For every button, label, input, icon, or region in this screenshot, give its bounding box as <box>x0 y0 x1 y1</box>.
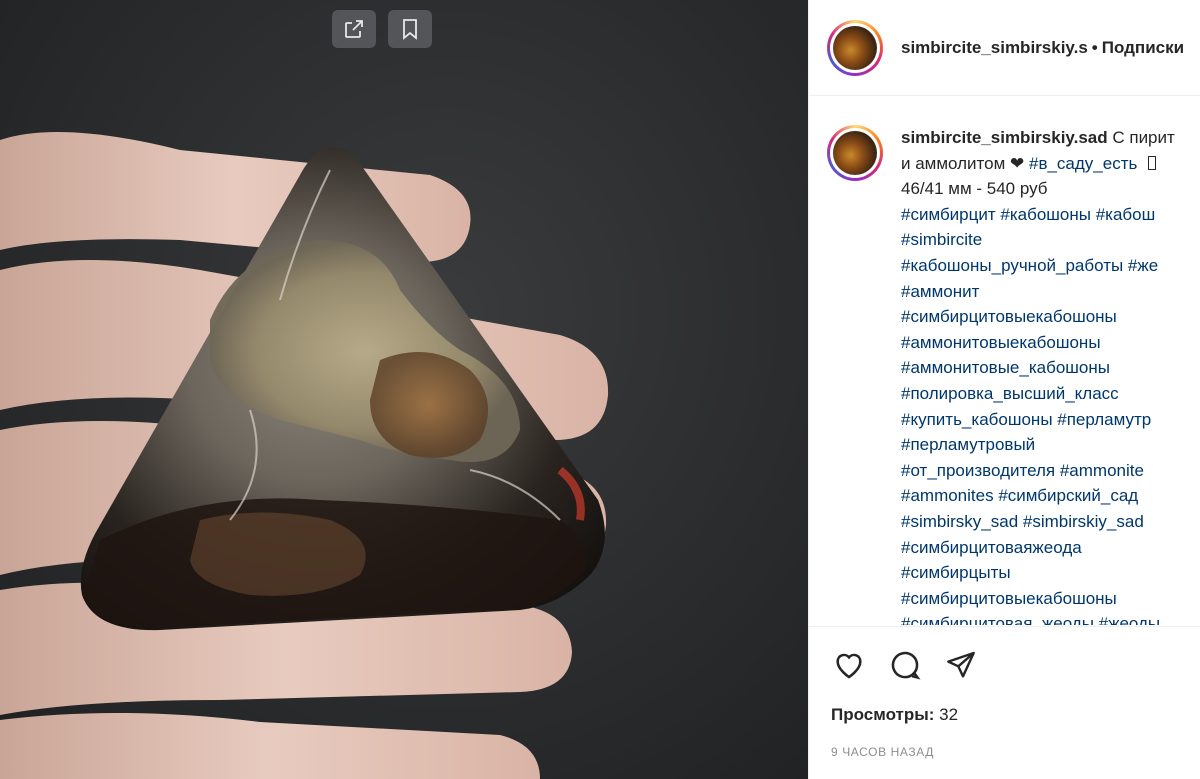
post-header: simbircite_simbirskiy.s • Подписки <box>809 0 1200 96</box>
views-number: 32 <box>939 705 959 724</box>
caption-avatar-image <box>833 131 877 175</box>
hashtag-line[interactable]: #simbirsky_sad #simbirskiy_sad <box>901 509 1175 535</box>
open-external-button[interactable] <box>332 10 376 48</box>
hashtag-line[interactable]: #ammonites #симбирский_сад <box>901 483 1175 509</box>
unknown-glyph <box>1148 155 1157 170</box>
caption-line-1: С пирит <box>1112 128 1175 147</box>
bookmark-icon <box>403 19 417 40</box>
post-timestamp[interactable]: 9 часов назад <box>831 745 1200 759</box>
hashtag-line[interactable]: #полировка_высший_класс <box>901 381 1175 407</box>
hashtag-line[interactable]: #аммонитовые_кабошоны <box>901 355 1175 381</box>
hashtag-line[interactable]: #аммонитовыекабошоны <box>901 330 1175 356</box>
hashtag-line[interactable]: #симбирцитовыекабошоны <box>901 304 1175 330</box>
hashtag-list: #симбирцит #кабошоны #кабош #simbircite #к… <box>901 202 1175 625</box>
hashtag-line[interactable]: #аммонит <box>901 279 1175 305</box>
hashtag-line[interactable]: #симбирцыты <box>901 560 1175 586</box>
hashtag-link[interactable]: #в_саду_есть <box>1029 154 1137 173</box>
hashtag-line[interactable]: #от_производителя #ammonite <box>901 458 1175 484</box>
hashtag-line[interactable]: #симбирцитоваяжеода <box>901 535 1175 561</box>
caption-line-2: и аммолитом ❤ <box>901 153 1025 173</box>
views-count[interactable]: Просмотры: 32 <box>831 705 1200 725</box>
caption-text: simbircite_simbirskiy.sad С пирит и аммо… <box>901 125 1175 625</box>
like-button[interactable] <box>829 645 869 685</box>
hashtag-line[interactable]: #симбирцитовыекабошоны <box>901 586 1175 612</box>
paper-plane-icon <box>947 651 975 678</box>
comment-icon <box>891 651 921 680</box>
heart-icon <box>836 653 862 679</box>
hashtag-line[interactable]: #симбирцит #кабошоны #кабош <box>901 202 1175 228</box>
hashtag-line[interactable]: #купить_кабошоны #перламутр <box>901 407 1175 433</box>
author-username[interactable]: simbircite_simbirskiy.s <box>901 38 1088 57</box>
caption-price-line: 46/41 мм - 540 руб <box>901 179 1048 199</box>
caption: simbircite_simbirskiy.sad С пирит и аммо… <box>827 125 1200 625</box>
save-media-button[interactable] <box>388 10 432 48</box>
views-label: Просмотры: <box>831 705 935 724</box>
caption-avatar[interactable] <box>827 125 883 181</box>
share-button[interactable] <box>941 645 981 685</box>
post-actions: Просмотры: 32 9 часов назад <box>809 626 1200 779</box>
hashtag-line[interactable]: #simbircite <box>901 227 1175 253</box>
caption-username[interactable]: simbircite_simbirskiy.sad <box>901 128 1108 147</box>
comments-area[interactable]: simbircite_simbirskiy.sad С пирит и аммо… <box>809 97 1200 625</box>
post-media[interactable] <box>0 0 808 779</box>
comment-button[interactable] <box>885 645 925 685</box>
hashtag-line[interactable]: #перламутровый <box>901 432 1175 458</box>
post-panel: simbircite_simbirskiy.s • Подписки simbirc… <box>808 0 1200 779</box>
hashtag-line[interactable]: #симбирцитовая_жеоды #жеоды <box>901 611 1175 625</box>
cabochon-photo <box>0 132 609 779</box>
following-button[interactable]: Подписки <box>1102 38 1184 57</box>
avatar-image <box>833 25 877 70</box>
hashtag-line[interactable]: #кабошоны_ручной_работы #же <box>901 253 1175 279</box>
separator-dot: • <box>1091 37 1098 57</box>
avatar[interactable] <box>827 19 883 76</box>
external-link-icon <box>345 20 363 38</box>
